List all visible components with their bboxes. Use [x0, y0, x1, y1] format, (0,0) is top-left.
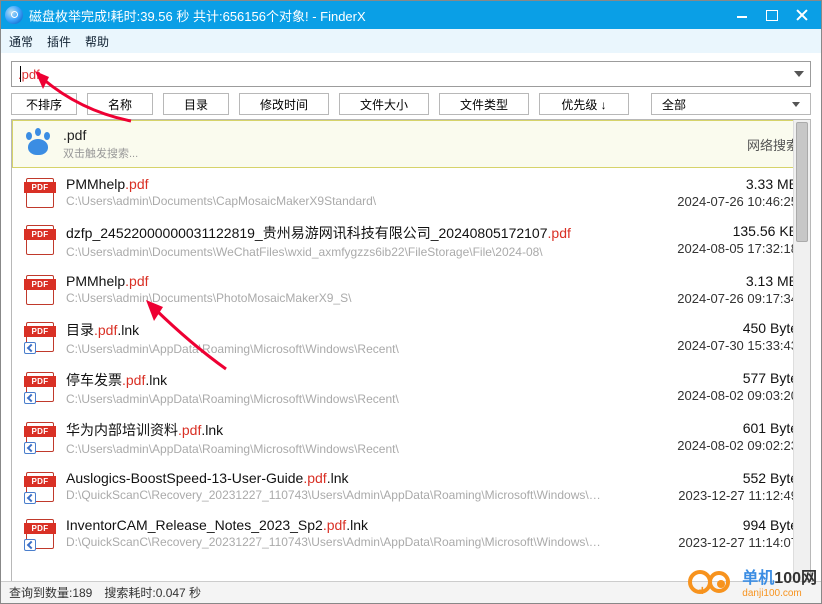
search-dropdown-icon[interactable] — [794, 71, 804, 77]
shortcut-overlay-icon — [24, 492, 36, 504]
file-date: 2024-07-30 15:33:43 — [638, 338, 798, 353]
file-date: 2024-07-26 09:17:34 — [638, 291, 798, 306]
result-row[interactable]: PDF PMMhelp.pdf C:\Users\admin\Documents\P… — [12, 265, 810, 312]
menu-bar: 通常 插件 帮助 — [1, 29, 821, 53]
file-path: C:\Users\admin\AppData\Roaming\Microsoft… — [66, 442, 606, 456]
vertical-scrollbar[interactable] — [793, 120, 810, 604]
results-list: PDF PMMhelp.pdf C:\Users\admin\Documents\C… — [12, 168, 810, 556]
file-name: dzfp_24522000000031122819_贵州易游网讯科技有限公司_2… — [66, 223, 626, 243]
status-count: 查询到数量:189 — [9, 584, 92, 601]
result-row[interactable]: PDF Auslogics-BoostSpeed-13-User-Guide.pd… — [12, 462, 810, 509]
window-title: 磁盘枚举完成!耗时:39.56 秒 共计:656156个对象! - Finder… — [29, 6, 727, 25]
file-path: C:\Users\admin\AppData\Roaming\Microsoft… — [66, 392, 606, 406]
scrollbar-thumb[interactable] — [796, 122, 808, 242]
filter-all-dropdown[interactable]: 全部 — [651, 93, 811, 115]
watermark-logo: + 单机100网 danji100.com — [688, 564, 817, 599]
file-date: 2024-08-02 09:02:23 — [638, 438, 798, 453]
app-icon — [5, 6, 23, 24]
pdf-file-icon: PDF — [26, 225, 54, 255]
pdf-file-icon: PDF — [26, 178, 54, 208]
baidu-paw-icon — [23, 129, 53, 159]
shortcut-overlay-icon — [24, 342, 36, 354]
sort-toolbar: 不排序 名称 目录 修改时间 文件大小 文件类型 优先级 ↓ 全部 — [11, 93, 811, 115]
result-row[interactable]: PDF 华为内部培训资料.pdf.lnk C:\Users\admin\AppDat… — [12, 412, 810, 462]
file-size: 577 Byte — [638, 370, 798, 386]
sort-type-button[interactable]: 文件类型 — [439, 93, 529, 115]
file-name: InventorCAM_Release_Notes_2023_Sp2.pdf.l… — [66, 517, 626, 533]
file-name: 目录.pdf.lnk — [66, 320, 626, 340]
pdf-file-icon: PDF — [26, 372, 54, 402]
pdf-file-icon: PDF — [26, 472, 54, 502]
sort-dir-button[interactable]: 目录 — [163, 93, 229, 115]
filter-all-label: 全部 — [662, 96, 686, 113]
suggest-action: 网络搜索 — [747, 135, 799, 154]
close-button[interactable] — [787, 4, 817, 26]
sort-priority-button[interactable]: 优先级 ↓ — [539, 93, 629, 115]
shortcut-overlay-icon — [24, 539, 36, 551]
maximize-button[interactable] — [757, 4, 787, 26]
file-name: 华为内部培训资料.pdf.lnk — [66, 420, 626, 440]
menu-plugins[interactable]: 插件 — [47, 33, 71, 50]
file-size: 552 Byte — [638, 470, 798, 486]
file-name: Auslogics-BoostSpeed-13-User-Guide.pdf.l… — [66, 470, 626, 486]
file-size: 601 Byte — [638, 420, 798, 436]
file-path: C:\Users\admin\Documents\CapMosaicMakerX… — [66, 194, 606, 208]
file-path: C:\Users\admin\Documents\WeChatFiles\wxi… — [66, 245, 606, 259]
menu-general[interactable]: 通常 — [9, 33, 33, 50]
file-name: 停车发票.pdf.lnk — [66, 370, 626, 390]
file-date: 2023-12-27 11:14:07 — [638, 535, 798, 550]
sort-mtime-button[interactable]: 修改时间 — [239, 93, 329, 115]
web-search-suggestion[interactable]: .pdf 双击触发搜索... 网络搜索 — [12, 120, 810, 168]
file-size: 135.56 KB — [638, 223, 798, 239]
file-date: 2023-12-27 11:12:49 — [638, 488, 798, 503]
menu-help[interactable]: 帮助 — [85, 33, 109, 50]
minimize-button[interactable] — [727, 4, 757, 26]
result-row[interactable]: PDF 停车发票.pdf.lnk C:\Users\admin\AppData\Ro… — [12, 362, 810, 412]
file-path: D:\QuickScanC\Recovery_20231227_110743\U… — [66, 535, 606, 549]
file-path: D:\QuickScanC\Recovery_20231227_110743\U… — [66, 488, 606, 502]
text-cursor — [20, 66, 21, 82]
chevron-down-icon — [792, 102, 800, 107]
file-name: PMMhelp.pdf — [66, 273, 626, 289]
search-input[interactable] — [18, 67, 794, 82]
sort-none-button[interactable]: 不排序 — [11, 93, 77, 115]
status-time: 搜索耗时:0.047 秒 — [104, 584, 201, 601]
result-row[interactable]: PDF 目录.pdf.lnk C:\Users\admin\AppData\Roam… — [12, 312, 810, 362]
sort-size-button[interactable]: 文件大小 — [339, 93, 429, 115]
file-date: 2024-08-02 09:03:20 — [638, 388, 798, 403]
shortcut-overlay-icon — [24, 442, 36, 454]
pdf-file-icon: PDF — [26, 275, 54, 305]
logo-icon: + — [688, 568, 738, 596]
file-path: C:\Users\admin\AppData\Roaming\Microsoft… — [66, 342, 606, 356]
file-size: 450 Byte — [638, 320, 798, 336]
file-size: 3.13 MB — [638, 273, 798, 289]
file-path: C:\Users\admin\Documents\PhotoMosaicMake… — [66, 291, 606, 305]
title-bar: 磁盘枚举完成!耗时:39.56 秒 共计:656156个对象! - Finder… — [1, 1, 821, 29]
result-row[interactable]: PDF PMMhelp.pdf C:\Users\admin\Documents\C… — [12, 168, 810, 215]
sort-name-button[interactable]: 名称 — [87, 93, 153, 115]
results-panel: .pdf 双击触发搜索... 网络搜索 PDF PMMhelp.pdf C:\Use… — [11, 119, 811, 604]
pdf-file-icon: PDF — [26, 322, 54, 352]
file-size: 994 Byte — [638, 517, 798, 533]
suggest-title: .pdf — [63, 127, 737, 143]
file-date: 2024-07-26 10:46:25 — [638, 194, 798, 209]
pdf-file-icon: PDF — [26, 519, 54, 549]
file-size: 3.33 MB — [638, 176, 798, 192]
shortcut-overlay-icon — [24, 392, 36, 404]
search-box[interactable] — [11, 61, 811, 87]
pdf-file-icon: PDF — [26, 422, 54, 452]
result-row[interactable]: PDF InventorCAM_Release_Notes_2023_Sp2.pd… — [12, 509, 810, 556]
result-row[interactable]: PDF dzfp_24522000000031122819_贵州易游网讯科技有限公… — [12, 215, 810, 265]
file-date: 2024-08-05 17:32:18 — [638, 241, 798, 256]
suggest-hint: 双击触发搜索... — [63, 145, 737, 161]
file-name: PMMhelp.pdf — [66, 176, 626, 192]
